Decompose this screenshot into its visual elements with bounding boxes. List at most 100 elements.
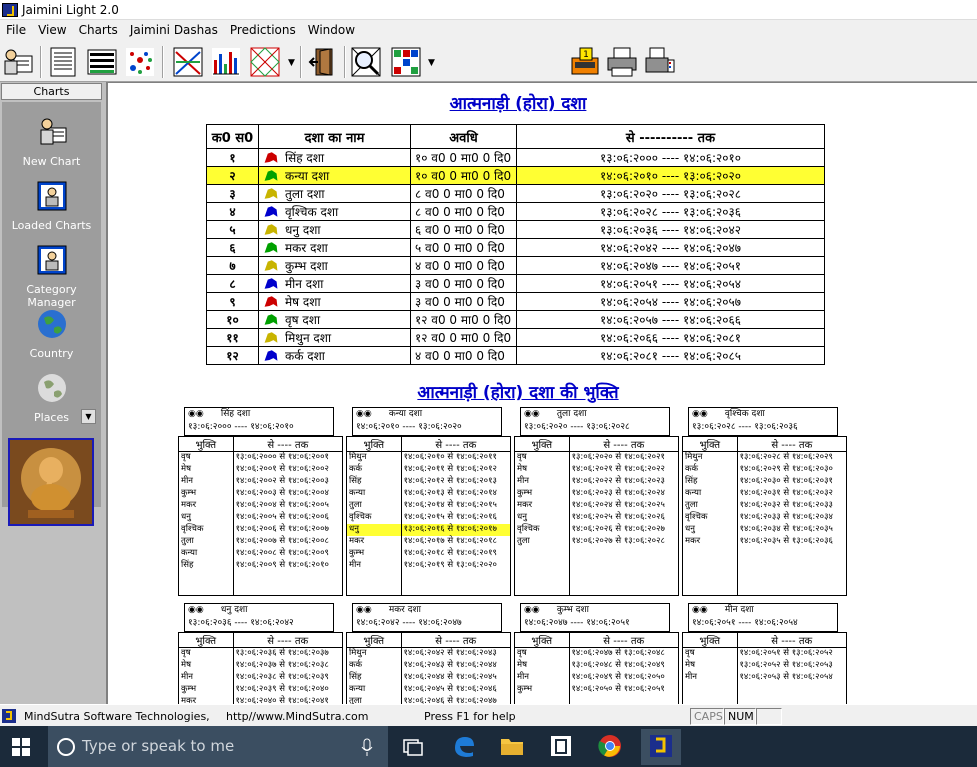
magnify-chart-icon[interactable] (350, 46, 382, 78)
bhukti-range: १४:०६:२०२३ से १४:०६:२०२४ (568, 487, 680, 500)
microphone-icon[interactable] (360, 737, 374, 757)
country-button[interactable]: Country (2, 308, 101, 360)
bhukti-sign: वृष (514, 451, 570, 464)
store-icon[interactable] (549, 734, 573, 758)
text-report-icon[interactable] (47, 46, 79, 78)
windows-start-icon[interactable] (12, 738, 30, 756)
bhukti-col-header: से ---- तक (232, 632, 343, 648)
menu-jaimini-dashas[interactable]: Jaimini Dashas (124, 23, 224, 37)
bhukti-sign: सिंह (346, 475, 402, 488)
new-chart-button[interactable]: New Chart (2, 116, 101, 168)
bhukti-sign: वृश्चिक (346, 511, 402, 524)
bhukti-row (682, 559, 848, 572)
bhukti-row (682, 571, 848, 584)
dasha-row[interactable]: १२ कर्क दशा ४ व0 0 मा0 0 दि0 १४:०६:२०८१ ---… (206, 346, 825, 365)
date-range: १४:०६:२०१० ---- १३:०६:२०२० (516, 166, 825, 185)
bhukti-row (682, 695, 847, 704)
toolbar-separator (162, 46, 164, 78)
bhukti-block-header: ◉◉ कन्या दशा १४:०६:२०१० ---- १३:०६:२०२० (352, 407, 502, 436)
bhukti-row: वृष १४:०६:२०४७ से १३:०६:२०४८ (514, 647, 679, 660)
bhukti-row (346, 571, 512, 584)
bhukti-col-header: भुक्ति (682, 632, 738, 648)
bhukti-sign: मेष (514, 659, 570, 672)
edge-icon[interactable] (452, 734, 476, 758)
cortana-search-box[interactable]: Type or speak to me (48, 726, 388, 767)
bhukti-range (736, 683, 847, 696)
window-title: Jaimini Light 2.0 (22, 2, 119, 17)
loaded-charts-button[interactable]: Loaded Charts (2, 180, 101, 232)
bhukti-row: मिथुन १४:०६:२०१० से १४:०६:२०११ (346, 451, 512, 464)
bhukti-sign: मीन (682, 671, 738, 684)
scroll-down-icon[interactable]: ▼ (81, 409, 96, 424)
dasha-name-cell: कुम्भ दशा (258, 256, 411, 275)
glasses-icon: ◉◉ (356, 605, 372, 615)
bar-graph-icon[interactable] (210, 46, 242, 78)
calculator-icon[interactable]: 1 (568, 46, 600, 78)
bhukti-row: कन्या १४:०६:२०३१ से १४:०६:२०३२ (682, 487, 848, 500)
zodiac-sign-icon (264, 278, 278, 289)
bhukti-table: भुक्ति से ---- तक मिथुन १३:०६:२०२८ से १४:०६… (682, 436, 848, 596)
file-explorer-icon[interactable] (500, 735, 524, 757)
chevron-down-icon[interactable]: ▼ (428, 58, 435, 68)
period: ४ व0 0 मा0 0 दि0 (410, 346, 517, 365)
dasha-name: मकर दशा (285, 241, 328, 255)
dasha-row[interactable]: ९ मेष दशा ३ व0 0 मा0 0 दि0 १४:०६:२०५४ ---- … (206, 292, 825, 311)
dasha-name-cell: सिंह दशा (258, 148, 411, 167)
task-view-icon[interactable] (401, 737, 423, 757)
dasha-name: कर्क दशा (285, 349, 325, 363)
dasha-row[interactable]: ४ वृश्चिक दशा ८ व0 0 मा0 0 दि0 १३:०६:२०२८ -… (206, 202, 825, 221)
zodiac-sign-icon (264, 224, 278, 235)
col-header: क0 स0 (206, 124, 259, 149)
menu-predictions[interactable]: Predictions (224, 23, 302, 37)
bhukti-row (682, 683, 847, 696)
dasha-row[interactable]: ६ मकर दशा ५ व0 0 मा0 0 दि0 १४:०६:२०४२ ---- … (206, 238, 825, 257)
menu-charts[interactable]: Charts (73, 23, 124, 37)
star-field-icon[interactable] (124, 46, 156, 78)
bhukti-row: मीन १४:०६:२००२ से १४:०६:२००३ (178, 475, 344, 488)
jaimini-taskbar-button[interactable] (641, 729, 681, 765)
menu-file[interactable]: File (0, 23, 32, 37)
dasha-row[interactable]: ११ मिथुन दशा १२ व0 0 मा0 0 दि0 १४:०६:२०६६ -… (206, 328, 825, 347)
zodiac-sign-icon (264, 260, 278, 271)
dasha-row[interactable]: ७ कुम्भ दशा ४ व0 0 मा0 0 दि0 १४:०६:२०४७ ---… (206, 256, 825, 275)
left-panel: Charts New Chart Loaded Charts Category … (0, 82, 104, 704)
date-range: १४:०६:२०५७ ---- १४:०६:२०६६ (516, 310, 825, 329)
printer-icon[interactable] (606, 46, 638, 78)
date-range: १३:०६:२०२८ ---- १३:०६:२०३६ (516, 202, 825, 221)
category-manager-button[interactable]: Category Manager (2, 244, 101, 309)
bhukti-range: १४:०६:२०२४ से १४:०६:२०२५ (568, 499, 680, 512)
menu-window[interactable]: Window (302, 23, 361, 37)
col-header: अवधि (410, 124, 517, 149)
dasha-row[interactable]: १ सिंह दशा १० व0 0 मा0 0 दि0 १३:०६:२००० ---… (206, 148, 825, 167)
bhukti-sign: वृश्चिक (178, 523, 234, 536)
grid-table-icon[interactable] (86, 46, 118, 78)
dasha-row[interactable]: २ कन्या दशा १० व0 0 मा0 0 दि0 १४:०६:२०१० --… (206, 166, 825, 185)
bhukti-dasha-name: वृश्चिक दशा (724, 409, 765, 419)
company-url[interactable]: http//www.MindSutra.com (226, 710, 369, 723)
bhukti-range: १४:०६:२०३९ से १४:०६:२०४० (232, 683, 343, 696)
bhukti-row: कर्क १४:०६:२०४३ से १४:०६:२०४४ (346, 659, 512, 672)
colored-grid-icon[interactable] (390, 46, 422, 78)
bhukti-block-header: ◉◉ वृश्चिक दशा १३:०६:२०२८ ---- १३:०६:२०३६ (688, 407, 838, 436)
cross-arrows-icon[interactable] (172, 46, 204, 78)
bhukti-row: मिथुन १४:०६:२०४२ से १४:०६:२०४३ (346, 647, 512, 660)
bhukti-row: मकर १४:०६:२०३५ से १३:०६:२०३६ (682, 535, 848, 548)
bhukti-range (736, 547, 848, 560)
bhukti-range (568, 559, 680, 572)
dasha-row[interactable]: ३ तुला दशा ८ व0 0 मा0 0 दि0 १३:०६:२०२० ----… (206, 184, 825, 203)
menu-view[interactable]: View (32, 23, 72, 37)
dasha-row[interactable]: ५ धनु दशा ६ व0 0 मा0 0 दि0 १३:०६:२०३६ ---- … (206, 220, 825, 239)
diamond-chart-icon[interactable] (249, 46, 281, 78)
dasha-row[interactable]: १० वृष दशा १२ व0 0 मा0 0 दि0 १४:०६:२०५७ ---… (206, 310, 825, 329)
bhukti-dasha-range: १३:०६:२०२८ ---- १३:०६:२०३६ (692, 422, 798, 432)
bhukti-range: १४:०६:२०३१ से १४:०६:२०३२ (736, 487, 848, 500)
chrome-icon[interactable] (598, 734, 622, 758)
page-title: आत्मनाड़ी (होरा) दशा (449, 94, 587, 114)
bhukti-range: १४:०६:२०२६ से १४:०६:२०२७ (568, 523, 680, 536)
dasha-row[interactable]: ८ मीन दशा ३ व0 0 मा0 0 दि0 १४:०६:२०५१ ---- … (206, 274, 825, 293)
bhukti-row: मकर १४:०६:२०१७ से १४:०६:२०१८ (346, 535, 512, 548)
fax-printer-icon[interactable] (644, 46, 676, 78)
chevron-down-icon[interactable]: ▼ (288, 58, 295, 68)
open-person-icon[interactable] (2, 46, 34, 78)
exit-door-icon[interactable] (308, 46, 340, 78)
